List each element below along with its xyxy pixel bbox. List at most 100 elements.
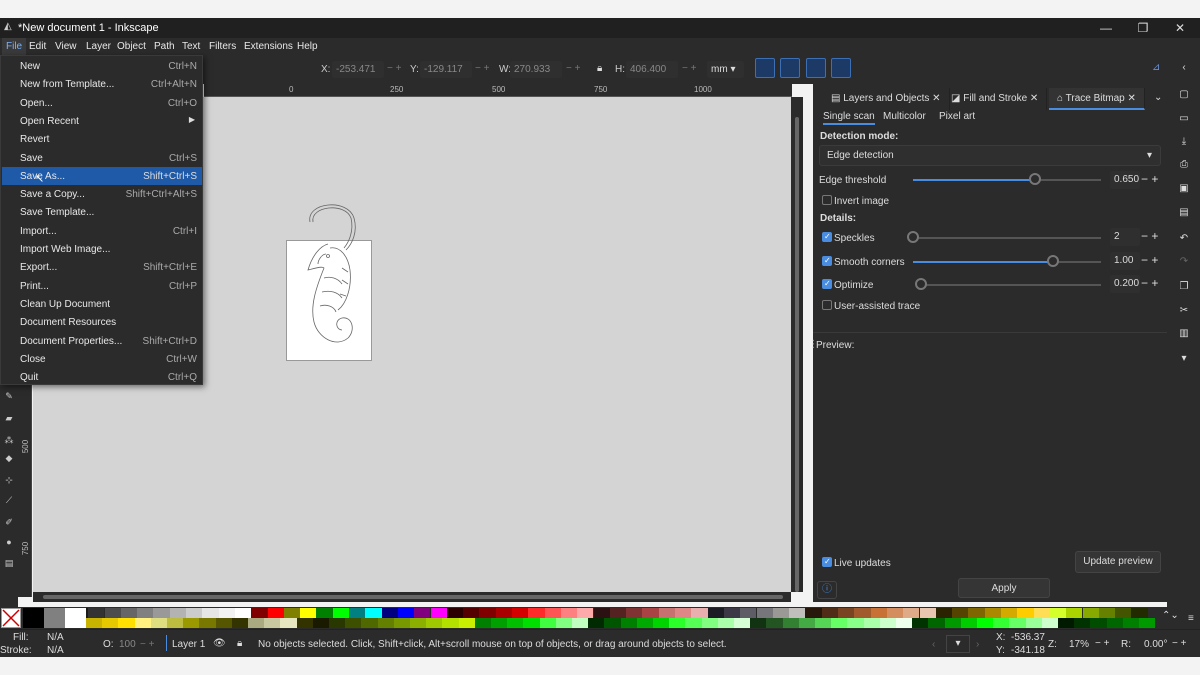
horizontal-scrollbar[interactable]	[33, 592, 791, 602]
color-swatch[interactable]	[1122, 618, 1139, 628]
color-swatch[interactable]	[1017, 608, 1034, 618]
color-swatch[interactable]	[854, 608, 871, 618]
smooth-corners-handle[interactable]	[1047, 255, 1059, 267]
export-icon[interactable]: ▤	[1177, 206, 1191, 220]
color-swatch[interactable]	[300, 608, 317, 618]
color-swatch[interactable]	[750, 618, 767, 628]
color-swatch[interactable]	[960, 618, 977, 628]
file-menu-item[interactable]: Save Template...	[2, 203, 202, 221]
color-swatch-large[interactable]	[44, 608, 65, 628]
color-swatch[interactable]	[620, 618, 637, 628]
color-swatch[interactable]	[523, 618, 540, 628]
color-swatch[interactable]	[1066, 608, 1083, 618]
color-swatch[interactable]	[577, 608, 594, 618]
color-swatch[interactable]	[463, 608, 480, 618]
color-swatch[interactable]	[717, 618, 734, 628]
color-swatch[interactable]	[723, 608, 741, 618]
color-swatch[interactable]	[120, 608, 138, 618]
optimize-input[interactable]: 0.200	[1110, 275, 1140, 293]
rotation-input[interactable]: 0.00°	[1144, 639, 1167, 650]
color-swatch[interactable]	[410, 618, 427, 628]
x-input[interactable]: -253.471	[332, 61, 384, 78]
color-swatch[interactable]	[349, 608, 366, 618]
color-swatch[interactable]	[218, 608, 235, 618]
color-swatch[interactable]	[426, 618, 443, 628]
color-swatch[interactable]	[740, 608, 757, 618]
file-menu-item[interactable]: Print... Ctrl+P	[2, 277, 202, 295]
color-swatch[interactable]	[1058, 618, 1075, 628]
color-swatch[interactable]	[528, 608, 545, 618]
file-menu-item[interactable]: Quit Ctrl+Q	[2, 368, 202, 386]
file-menu-item[interactable]: New from Template... Ctrl+Alt+N	[2, 75, 202, 93]
color-swatch[interactable]	[202, 608, 219, 618]
no-paint-swatch[interactable]	[1, 608, 21, 628]
page-prev-icon[interactable]: ‹	[932, 639, 935, 650]
color-swatch[interactable]	[215, 618, 232, 628]
h-stepper[interactable]: − +	[682, 63, 696, 74]
file-menu-item[interactable]: Close Ctrl+W	[2, 350, 202, 368]
menu-edit[interactable]: Edit	[25, 38, 50, 55]
file-menu-item[interactable]: Open... Ctrl+O	[2, 94, 202, 112]
color-swatch[interactable]	[952, 608, 969, 618]
minimize-button[interactable]: —	[1088, 18, 1124, 38]
seahorse-drawing[interactable]	[290, 198, 370, 358]
tab-fill-and-stroke[interactable]: ◪ Fill and Stroke ✕	[943, 88, 1048, 110]
close-button[interactable]: ✕	[1162, 18, 1198, 38]
file-menu-item[interactable]: Export... Shift+Ctrl+E	[2, 258, 202, 276]
page-next-icon[interactable]: ›	[976, 639, 979, 650]
detection-mode-select[interactable]: Edge detection ▾	[819, 145, 1161, 166]
file-menu-item[interactable]: Clean Up Document	[2, 295, 202, 313]
color-swatch-large[interactable]	[65, 608, 86, 628]
color-swatch[interactable]	[815, 618, 832, 628]
measure-icon[interactable]: ⟋	[3, 494, 15, 506]
h-input[interactable]: 406.400	[626, 61, 678, 78]
smooth-corners-input[interactable]: 1.00	[1110, 252, 1140, 270]
color-swatch[interactable]	[1115, 608, 1132, 618]
color-swatch[interactable]	[186, 608, 203, 618]
color-swatch[interactable]	[1025, 618, 1042, 628]
color-swatch[interactable]	[691, 608, 708, 618]
speckles-handle[interactable]	[907, 231, 919, 243]
color-swatch[interactable]	[183, 618, 200, 628]
fill-value[interactable]: N/A	[47, 632, 64, 643]
x-stepper[interactable]: − +	[387, 63, 401, 74]
file-menu-item[interactable]: New Ctrl+N	[2, 57, 202, 75]
color-swatch[interactable]	[1009, 618, 1026, 628]
color-swatch[interactable]	[772, 608, 790, 618]
palette-scroll-icon[interactable]: ⌃⌄	[1162, 610, 1179, 621]
color-swatch[interactable]	[935, 608, 953, 618]
color-swatch[interactable]	[984, 608, 1001, 618]
optimize-slider[interactable]	[919, 284, 1101, 286]
color-swatch[interactable]	[831, 618, 848, 628]
user-assisted-checkbox[interactable]	[822, 300, 832, 310]
color-swatch[interactable]	[1001, 608, 1018, 618]
color-swatch[interactable]	[167, 618, 184, 628]
color-swatch[interactable]	[1049, 608, 1067, 618]
paint-bucket-icon[interactable]: ▰	[3, 412, 15, 424]
file-menu-item[interactable]: Document Resources	[2, 313, 202, 331]
color-swatch[interactable]	[267, 608, 284, 618]
color-swatch[interactable]	[642, 608, 659, 618]
color-swatch[interactable]	[381, 608, 398, 618]
rotation-stepper[interactable]: − +	[1172, 638, 1186, 649]
color-swatch[interactable]	[474, 618, 491, 628]
color-swatch[interactable]	[675, 608, 692, 618]
color-swatch[interactable]	[199, 618, 216, 628]
color-swatch[interactable]	[397, 608, 415, 618]
zoom-input[interactable]: 17%	[1069, 639, 1089, 650]
palette-menu-icon[interactable]: ≡	[1188, 613, 1194, 624]
vertical-scroll-thumb[interactable]	[795, 117, 799, 592]
color-swatch[interactable]	[1082, 608, 1099, 618]
dropper-icon[interactable]: ✎	[3, 390, 15, 402]
color-swatch[interactable]	[669, 618, 686, 628]
color-swatch[interactable]	[928, 618, 945, 628]
smooth-corners-stepper[interactable]: − +	[1141, 253, 1158, 267]
color-swatch[interactable]	[658, 608, 675, 618]
move-gradients-button[interactable]	[806, 58, 826, 78]
color-swatch[interactable]	[766, 618, 783, 628]
color-swatch[interactable]	[1106, 618, 1123, 628]
color-swatch[interactable]	[248, 618, 265, 628]
color-swatch[interactable]	[153, 608, 170, 618]
color-swatch[interactable]	[798, 618, 815, 628]
eraser-icon[interactable]: ◆	[3, 452, 15, 464]
